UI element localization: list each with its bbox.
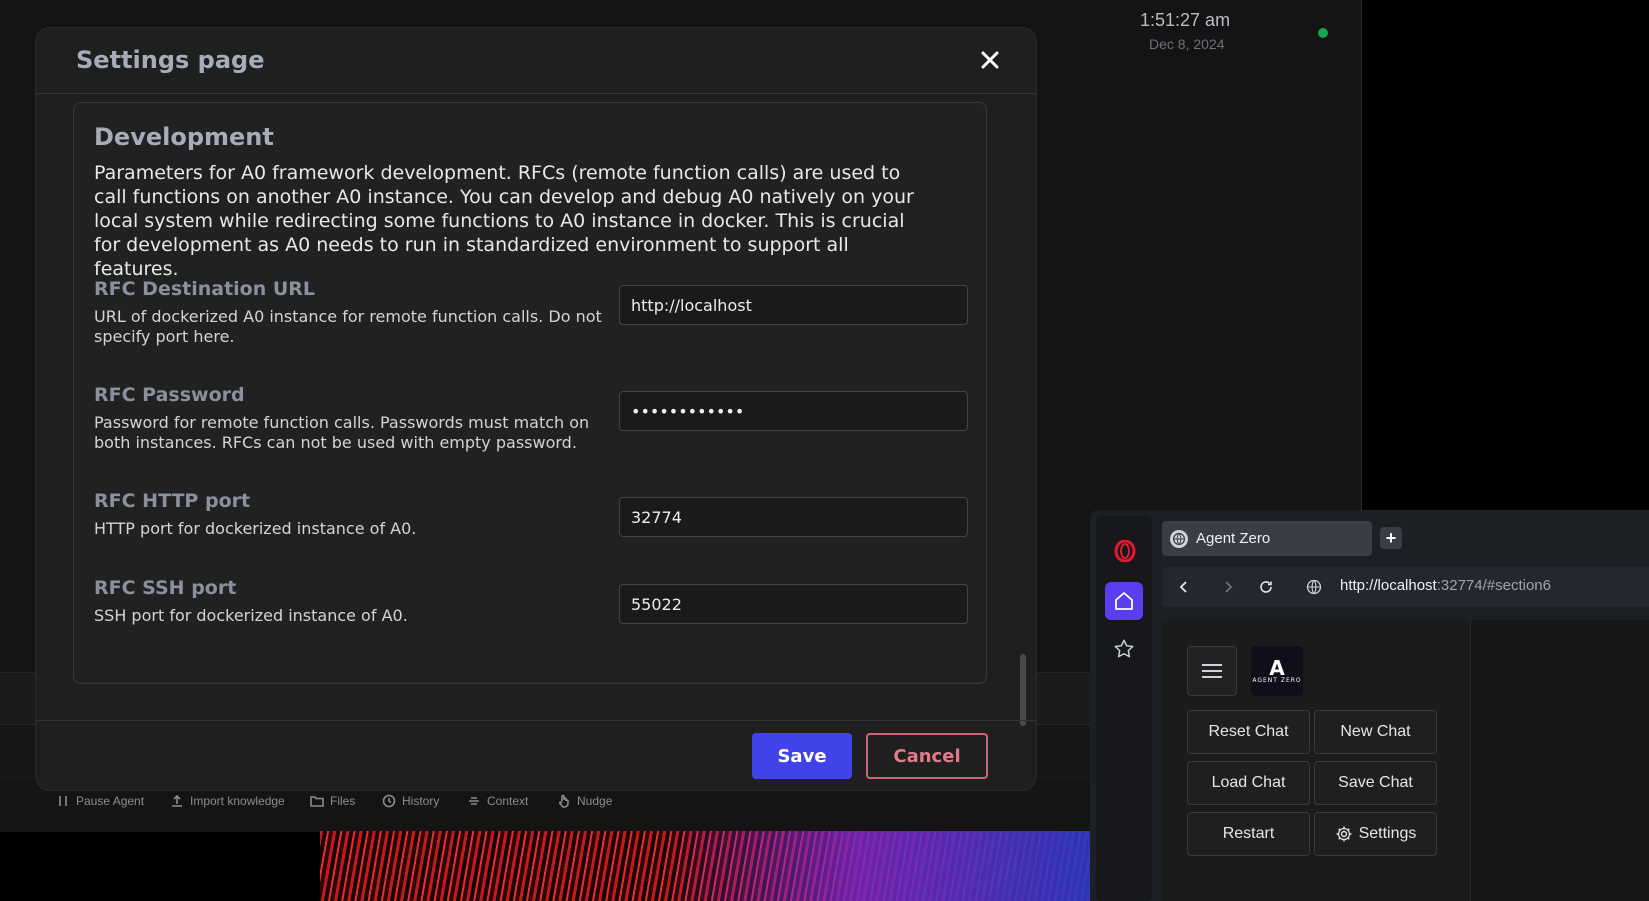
back-button[interactable]	[1176, 579, 1192, 595]
agent-zero-logo: A AGENT ZERO	[1251, 646, 1303, 696]
gear-icon	[1336, 826, 1352, 842]
star-icon	[1114, 639, 1134, 658]
restart-button[interactable]: Restart	[1187, 812, 1310, 856]
context-button[interactable]: Context	[467, 794, 528, 808]
url-host: http://localhost	[1340, 577, 1437, 594]
field-description: Password for remote function calls. Pass…	[94, 413, 590, 452]
import-knowledge-label: Import knowledge	[190, 794, 285, 808]
logo-text: AGENT ZERO	[1252, 676, 1302, 684]
history-label: History	[402, 794, 440, 808]
upload-icon	[172, 794, 182, 807]
load-chat-button[interactable]: Load Chat	[1187, 761, 1310, 805]
settings-modal: Settings page Development Parameters for…	[36, 28, 1036, 790]
field-description: HTTP port for dockerized instance of A0.	[94, 519, 417, 538]
reset-chat-button[interactable]: Reset Chat	[1187, 710, 1310, 754]
folder-icon	[310, 796, 324, 807]
files-label: Files	[330, 794, 356, 808]
hamburger-icon	[1202, 664, 1222, 678]
development-section: Development Parameters for A0 framework …	[73, 102, 987, 684]
section-title: Development	[94, 123, 274, 151]
site-info-icon[interactable]	[1306, 579, 1322, 595]
modal-header: Settings page	[36, 28, 1036, 94]
settings-button[interactable]: Settings	[1314, 812, 1437, 856]
url-path: :32774/#section6	[1436, 577, 1551, 594]
clock-date: Dec 8, 2024	[1149, 36, 1225, 52]
browser-sidebar	[1096, 516, 1152, 901]
save-chat-button[interactable]: Save Chat	[1314, 761, 1437, 805]
menu-toggle-button[interactable]	[1187, 646, 1237, 696]
history-button[interactable]: History	[382, 794, 439, 808]
close-icon	[981, 51, 999, 69]
chevron-right-icon	[1225, 581, 1233, 593]
reload-icon	[1260, 581, 1272, 593]
browser-tab[interactable]: Agent Zero	[1162, 521, 1372, 556]
nudge-button[interactable]: Nudge	[557, 794, 612, 808]
modal-scrollbar[interactable]	[1020, 654, 1026, 726]
cancel-button[interactable]: Cancel	[866, 733, 988, 779]
history-icon	[382, 794, 396, 808]
reload-button[interactable]	[1258, 579, 1274, 595]
section-description: Parameters for A0 framework development.…	[94, 162, 914, 280]
field-title: RFC Password	[94, 384, 245, 406]
close-button[interactable]	[976, 46, 1004, 74]
pause-agent-label: Pause Agent	[76, 794, 145, 808]
field-title: RFC SSH port	[94, 577, 237, 599]
forward-button[interactable]	[1220, 579, 1236, 595]
connection-status-dot	[1318, 28, 1328, 38]
home-icon	[1115, 592, 1133, 610]
browser-window: Agent Zero + http://localhost:32774/#sec…	[1090, 510, 1649, 901]
rfc-password-input[interactable]	[619, 391, 968, 431]
chevron-left-icon	[1179, 581, 1187, 593]
browser-page: A AGENT ZERO Reset Chat New Chat Load Ch…	[1162, 620, 1649, 901]
modal-body: Development Parameters for A0 framework …	[36, 94, 1036, 726]
url-text[interactable]: http://localhost:32774/#section6	[1340, 577, 1551, 594]
context-label: Context	[487, 794, 529, 808]
rfc-ssh-port-input[interactable]	[619, 584, 968, 624]
left-panel: A AGENT ZERO Reset Chat New Chat Load Ch…	[1162, 620, 1471, 901]
pause-agent-button[interactable]: Pause Agent	[56, 794, 144, 808]
settings-label: Settings	[1358, 825, 1417, 842]
files-button[interactable]: Files	[310, 794, 355, 808]
nudge-label: Nudge	[577, 794, 613, 808]
import-knowledge-button[interactable]: Import knowledge	[170, 794, 285, 808]
field-title: RFC HTTP port	[94, 490, 251, 512]
hand-pointer-icon	[559, 794, 569, 808]
field-description: URL of dockerized A0 instance for remote…	[94, 307, 602, 346]
pause-icon	[59, 796, 67, 806]
save-button[interactable]: Save	[752, 733, 852, 779]
logo-mark: A	[1269, 655, 1285, 680]
tab-title: Agent Zero	[1196, 530, 1271, 547]
globe-icon	[1170, 529, 1188, 548]
field-description: SSH port for dockerized instance of A0.	[94, 606, 408, 625]
desktop-wallpaper	[320, 831, 1090, 901]
field-title: RFC Destination URL	[94, 278, 316, 300]
modal-footer: Save Cancel	[36, 720, 1036, 790]
context-icon	[469, 797, 479, 805]
panel-divider	[1361, 0, 1362, 510]
clock-time: 1:51:27 am	[1140, 10, 1231, 30]
bookmarks-button[interactable]	[1113, 638, 1137, 662]
rfc-http-port-input[interactable]	[619, 497, 968, 537]
modal-title: Settings page	[76, 46, 265, 74]
rfc-destination-url-input[interactable]	[619, 285, 968, 325]
home-button[interactable]	[1105, 582, 1143, 620]
opera-logo-icon[interactable]	[1114, 539, 1136, 563]
new-chat-button[interactable]: New Chat	[1314, 710, 1437, 754]
address-bar[interactable]: http://localhost:32774/#section6	[1162, 567, 1649, 607]
new-tab-button[interactable]: +	[1380, 527, 1402, 549]
